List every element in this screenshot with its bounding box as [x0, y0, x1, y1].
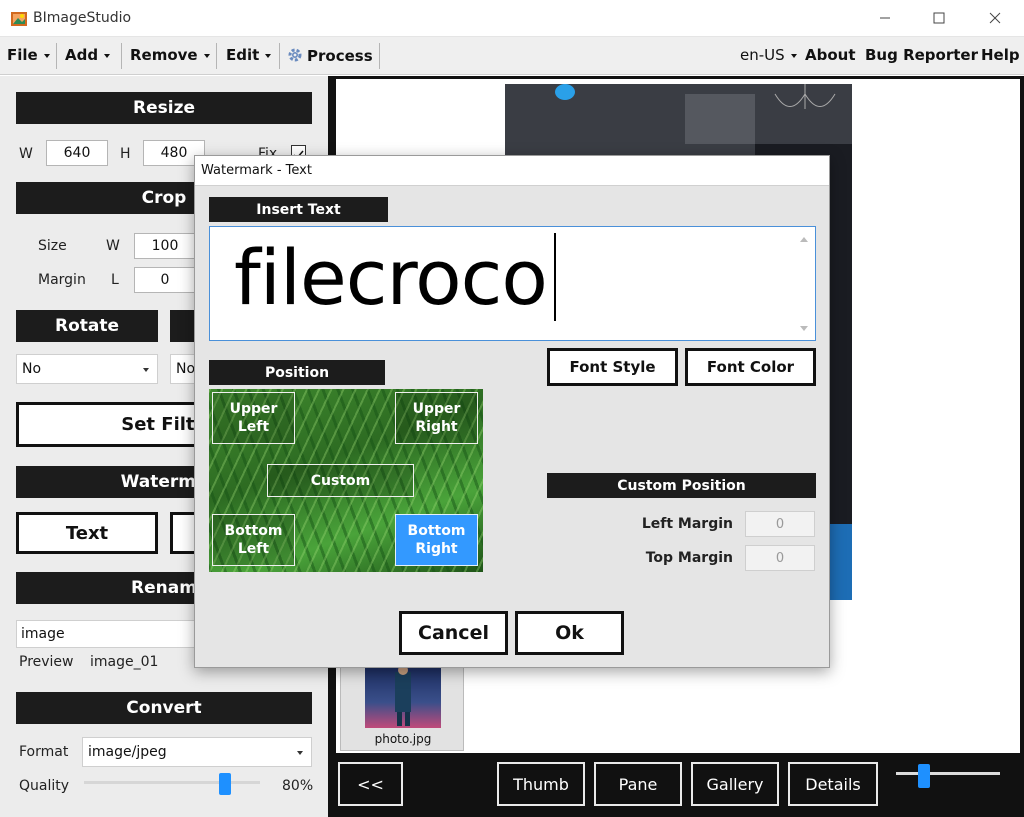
- position-custom-button[interactable]: Custom: [267, 464, 414, 497]
- menu-about[interactable]: About: [805, 46, 856, 64]
- position-grid: Upper Left Upper Right Custom Bottom Lef…: [209, 389, 483, 572]
- font-style-button[interactable]: Font Style: [547, 348, 678, 386]
- format-label: Format: [19, 744, 69, 760]
- filter-select-value: No: [176, 361, 196, 377]
- watermark-text-input[interactable]: filecroco: [209, 226, 816, 341]
- menu-process-label: Process: [307, 47, 373, 65]
- dialog-title: Watermark - Text: [201, 163, 312, 178]
- rename-preview-value: image_01: [90, 654, 159, 670]
- insert-text-header: Insert Text: [209, 197, 388, 222]
- custom-position-header: Custom Position: [547, 473, 816, 498]
- gallery-view-button[interactable]: Gallery: [691, 762, 779, 806]
- chevron-down-icon: [43, 53, 50, 58]
- quality-label: Quality: [19, 778, 70, 794]
- resize-h-label: H: [120, 146, 131, 162]
- menu-edit[interactable]: Edit: [226, 46, 272, 64]
- font-color-button[interactable]: Font Color: [685, 348, 816, 386]
- language-select[interactable]: en-US: [740, 46, 797, 64]
- crop-w-label: W: [106, 238, 120, 254]
- text-cursor: [554, 233, 556, 321]
- position-header: Position: [209, 360, 385, 385]
- thumbnail-card[interactable]: photo.jpg: [340, 663, 464, 751]
- scroll-up-icon[interactable]: [799, 235, 809, 243]
- position-bottom-left-button[interactable]: Bottom Left: [212, 514, 295, 566]
- back-button[interactable]: <<: [338, 762, 403, 806]
- resize-w-label: W: [19, 146, 33, 162]
- chevron-down-icon: [104, 53, 111, 58]
- chevron-down-icon: [790, 53, 797, 58]
- pane-view-button[interactable]: Pane: [594, 762, 682, 806]
- ok-button[interactable]: Ok: [515, 611, 624, 655]
- quality-slider-thumb[interactable]: [218, 773, 231, 795]
- menu-divider: [379, 43, 380, 69]
- menu-remove-label: Remove: [130, 46, 198, 64]
- quality-slider-track[interactable]: [84, 781, 260, 784]
- convert-header[interactable]: Convert: [16, 692, 312, 724]
- top-margin-input[interactable]: 0: [745, 545, 815, 571]
- resize-header[interactable]: Resize: [16, 92, 312, 124]
- minimize-icon[interactable]: [862, 0, 908, 36]
- menu-bug-reporter[interactable]: Bug Reporter: [865, 46, 978, 64]
- language-label: en-US: [740, 46, 785, 64]
- gear-icon: [288, 48, 302, 62]
- close-icon[interactable]: [972, 0, 1018, 36]
- left-margin-label: Left Margin: [641, 516, 733, 532]
- menu-process[interactable]: Process: [286, 46, 373, 65]
- menu-add-label: Add: [65, 46, 99, 64]
- watermark-text-value: filecroco: [234, 233, 548, 322]
- chevron-down-icon: [265, 53, 272, 58]
- title-bar: BImageStudio: [0, 0, 1024, 37]
- chevron-down-icon: [293, 746, 307, 760]
- top-margin-label: Top Margin: [645, 550, 733, 566]
- format-select[interactable]: image/jpeg: [82, 737, 312, 767]
- zoom-slider-track[interactable]: [896, 772, 1000, 775]
- thumbnail-label: photo.jpg: [374, 732, 432, 746]
- menu-remove[interactable]: Remove: [130, 46, 210, 64]
- rename-preview-label: Preview: [19, 654, 74, 670]
- menu-help[interactable]: Help: [981, 46, 1020, 64]
- thumbnail-photo-detail: [395, 665, 411, 726]
- window-title: BImageStudio: [33, 10, 132, 26]
- crop-width-input[interactable]: 100: [134, 233, 196, 259]
- menu-divider: [56, 43, 57, 69]
- rotate-select[interactable]: No: [16, 354, 158, 384]
- crop-margin-label: Margin: [38, 272, 86, 288]
- rotate-header[interactable]: Rotate: [16, 310, 158, 342]
- crop-l-label: L: [111, 272, 119, 288]
- zoom-slider-thumb[interactable]: [918, 764, 930, 788]
- chevron-down-icon: [203, 53, 210, 58]
- resize-width-input[interactable]: 640: [46, 140, 108, 166]
- menu-bar: File Add Remove Edit Process en-US About…: [0, 37, 1024, 75]
- menu-divider: [216, 43, 217, 69]
- position-upper-left-button[interactable]: Upper Left: [212, 392, 295, 444]
- menu-divider: [279, 43, 280, 69]
- details-view-button[interactable]: Details: [788, 762, 878, 806]
- watermark-text-dialog: Watermark - Text Insert Text filecroco F…: [194, 155, 830, 668]
- menu-divider: [121, 43, 122, 69]
- left-margin-input[interactable]: 0: [745, 511, 815, 537]
- rotate-select-value: No: [22, 361, 42, 377]
- menu-file[interactable]: File: [7, 46, 50, 64]
- position-upper-right-button[interactable]: Upper Right: [395, 392, 478, 444]
- menu-edit-label: Edit: [226, 46, 260, 64]
- crop-size-label: Size: [38, 238, 67, 254]
- thumb-view-button[interactable]: Thumb: [497, 762, 585, 806]
- scroll-down-icon[interactable]: [799, 324, 809, 332]
- menu-add[interactable]: Add: [65, 46, 111, 64]
- dialog-title-bar: Watermark - Text: [195, 156, 829, 186]
- watermark-text-button[interactable]: Text: [16, 512, 158, 554]
- menu-file-label: File: [7, 46, 38, 64]
- position-bottom-right-button[interactable]: Bottom Right: [395, 514, 478, 566]
- quality-value: 80%: [282, 778, 314, 794]
- thumbnail-image: [365, 664, 441, 728]
- chevron-down-icon: [139, 363, 153, 377]
- app-icon: [11, 12, 27, 26]
- cancel-button[interactable]: Cancel: [399, 611, 508, 655]
- maximize-icon[interactable]: [916, 0, 962, 36]
- crop-left-margin-input[interactable]: 0: [134, 267, 196, 293]
- format-select-value: image/jpeg: [88, 744, 167, 760]
